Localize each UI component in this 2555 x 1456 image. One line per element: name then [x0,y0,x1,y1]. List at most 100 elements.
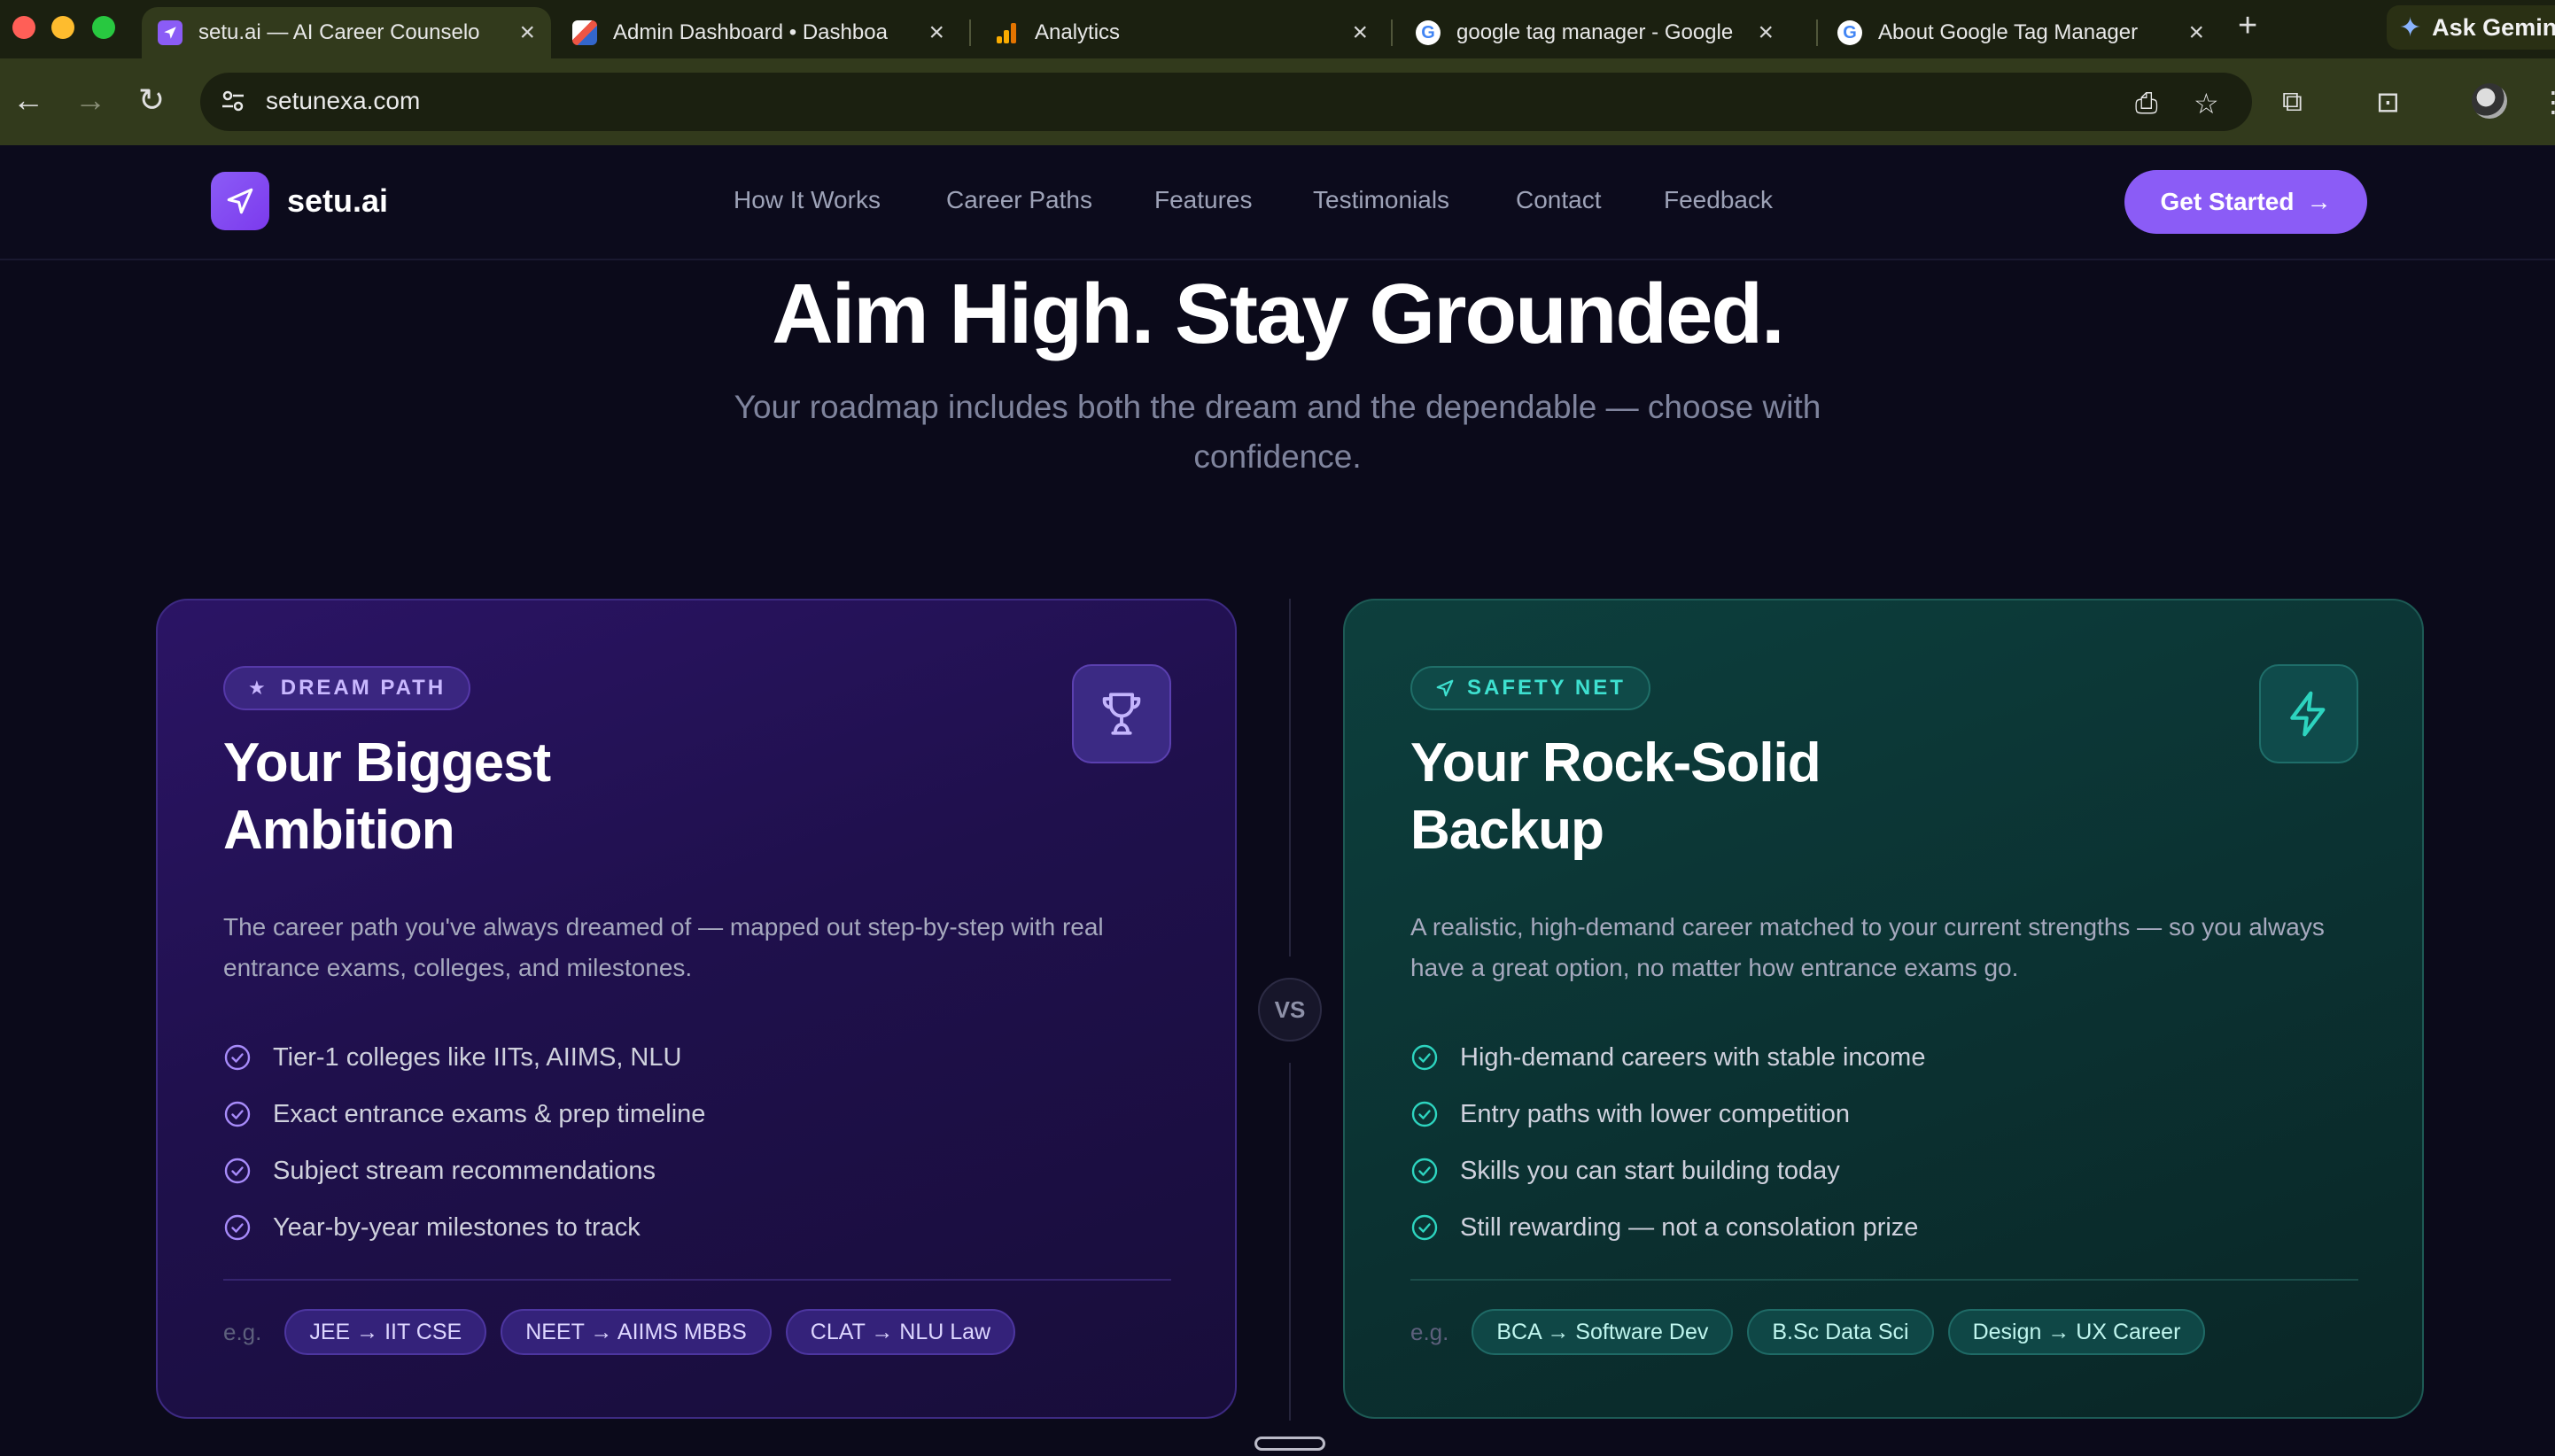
profile-avatar[interactable] [2472,83,2507,119]
card-title-line: Backup [1410,800,1604,861]
list-item: High-demand careers with stable income [1410,1029,2367,1086]
safety-net-card: SAFETY NET Your Rock-Solid Backup A real… [1343,599,2424,1419]
list-item: Year-by-year milestones to track [223,1199,1180,1256]
nav-link-contact[interactable]: Contact [1516,186,1602,214]
bookmark-star-icon[interactable]: ☆ [2194,87,2219,120]
tab-admin-dashboard[interactable]: Admin Dashboard • Dashboa × [556,7,960,58]
hero-subtitle: Your roadmap includes both the dream and… [734,389,1821,475]
gemini-sparkle-icon: ✦ [2399,12,2422,43]
close-tab-icon[interactable]: × [519,18,535,48]
example-chips: e.g. BCA → Software Dev B.Sc Data Sci De… [1410,1309,2219,1355]
nav-link-how-it-works[interactable]: How It Works [734,186,881,214]
example-chip[interactable]: BCA → Software Dev [1472,1309,1734,1355]
list-item: Entry paths with lower competition [1410,1086,2367,1142]
scroll-indicator[interactable] [1254,1437,1325,1451]
vs-badge: VS [1258,978,1322,1042]
new-tab-button[interactable]: + [2238,7,2257,45]
vs-divider-line-bottom [1289,1063,1291,1421]
url-text: setunexa.com [266,87,421,114]
card-title-line: Ambition [223,800,455,861]
site-navbar: setu.ai How It Works Career Paths Featur… [0,145,2555,260]
feature-list: High-demand careers with stable income E… [1410,1029,2367,1256]
get-started-button[interactable]: Get Started → [2124,170,2367,234]
list-item-text: Still rewarding — not a consolation priz… [1460,1212,1919,1242]
card-divider [223,1279,1171,1281]
card-divider [1410,1279,2358,1281]
list-item-text: Tier-1 colleges like IITs, AIIMS, NLU [273,1042,682,1072]
star-icon: ★ [248,677,268,699]
address-bar[interactable]: setunexa.com ⎙ ☆ [200,73,2252,131]
tab-setu[interactable]: setu.ai — AI Career Counselo × [142,7,551,58]
tab-separator [969,19,971,46]
nav-link-career-paths[interactable]: Career Paths [946,186,1092,214]
brand-logo-icon[interactable] [211,172,269,230]
example-chip[interactable]: B.Sc Data Sci [1747,1309,1934,1355]
install-app-icon[interactable]: ⎙ [2135,87,2158,120]
back-arrow-icon[interactable]: ← [12,81,44,119]
maximize-window-button[interactable] [92,16,115,39]
check-circle-icon [1411,1044,1438,1071]
forward-arrow-icon[interactable]: → [74,81,106,119]
brand-name[interactable]: setu.ai [287,182,388,220]
list-item-text: Exact entrance exams & prep timeline [273,1099,706,1128]
browser-menu-icon[interactable]: ⋮ [2539,85,2555,119]
tab-search-icon[interactable]: ⊡ [2376,85,2400,119]
example-chip[interactable]: JEE → IIT CSE [284,1309,487,1355]
check-circle-icon [224,1158,251,1184]
tab-google-tag-manager[interactable]: G google tag manager - Google × [1400,7,1790,58]
nav-link-testimonials[interactable]: Testimonials [1313,186,1449,214]
ask-gemini-button[interactable]: ✦ Ask Gemini [2387,5,2555,50]
example-chip[interactable]: CLAT → NLU Law [785,1309,1016,1355]
list-item: Tier-1 colleges like IITs, AIIMS, NLU [223,1029,1180,1086]
list-item-text: Skills you can start building today [1460,1156,1840,1185]
lightning-bolt-icon [2259,664,2358,763]
hero-title: Aim High. Stay Grounded. [772,267,1784,361]
dream-path-card: ★ DREAM PATH Your Biggest Ambition The c… [156,599,1237,1419]
feature-list: Tier-1 colleges like IITs, AIIMS, NLU Ex… [223,1029,1180,1256]
tab-about-gtm[interactable]: G About Google Tag Manager × [1821,7,2220,58]
example-chip[interactable]: NEET → AIIMS MBBS [501,1309,772,1355]
list-item-text: Subject stream recommendations [273,1156,656,1185]
close-tab-icon[interactable]: × [928,18,944,48]
nav-link-feedback[interactable]: Feedback [1664,186,1773,214]
close-tab-icon[interactable]: × [1352,18,1368,48]
trophy-icon [1072,664,1171,763]
close-tab-icon[interactable]: × [2188,18,2204,48]
list-item: Still rewarding — not a consolation priz… [1410,1199,2367,1256]
google-favicon-icon: G [1837,20,1862,45]
tab-analytics[interactable]: Analytics × [978,7,1384,58]
close-window-button[interactable] [12,16,35,39]
browser-toolbar: ← → ↻ setunexa.com ⎙ ☆ ⧉ ⊡ ⋮ [0,58,2555,145]
ask-gemini-label: Ask Gemini [2432,13,2555,41]
check-circle-icon [224,1214,251,1241]
check-circle-icon [1411,1158,1438,1184]
list-item: Subject stream recommendations [223,1142,1180,1199]
tab-title: Analytics [1035,20,1121,44]
eg-label: e.g. [1410,1318,1449,1345]
reload-icon[interactable]: ↻ [138,81,165,119]
card-description: A realistic, high-demand career matched … [1410,913,2325,981]
check-circle-icon [1411,1101,1438,1127]
eg-label: e.g. [223,1318,262,1345]
dashboard-favicon-icon [572,20,597,45]
arrow-right-icon: → [2306,188,2332,215]
card-title-line: Your Rock-Solid [1410,732,1821,794]
close-tab-icon[interactable]: × [1758,18,1774,48]
badge-label: SAFETY NET [1467,676,1626,700]
example-chips: e.g. JEE → IIT CSE NEET → AIIMS MBBS CLA… [223,1309,1029,1355]
site-settings-icon[interactable] [220,88,246,114]
list-item-text: Year-by-year milestones to track [273,1212,641,1242]
navigation-arrow-icon [1436,679,1454,697]
tab-title: setu.ai — AI Career Counselo [198,20,480,44]
example-chip[interactable]: Design → UX Career [1947,1309,2206,1355]
check-circle-icon [224,1101,251,1127]
browser-tab-bar: setu.ai — AI Career Counselo × Admin Das… [0,0,2555,58]
nav-link-features[interactable]: Features [1154,186,1253,214]
list-item: Exact entrance exams & prep timeline [223,1086,1180,1142]
dream-path-badge: ★ DREAM PATH [223,666,471,710]
extensions-puzzle-icon[interactable]: ⧉ [2282,85,2303,119]
minimize-window-button[interactable] [51,16,74,39]
analytics-favicon-icon [994,20,1019,45]
setu-favicon-icon [158,20,182,45]
check-circle-icon [224,1044,251,1071]
